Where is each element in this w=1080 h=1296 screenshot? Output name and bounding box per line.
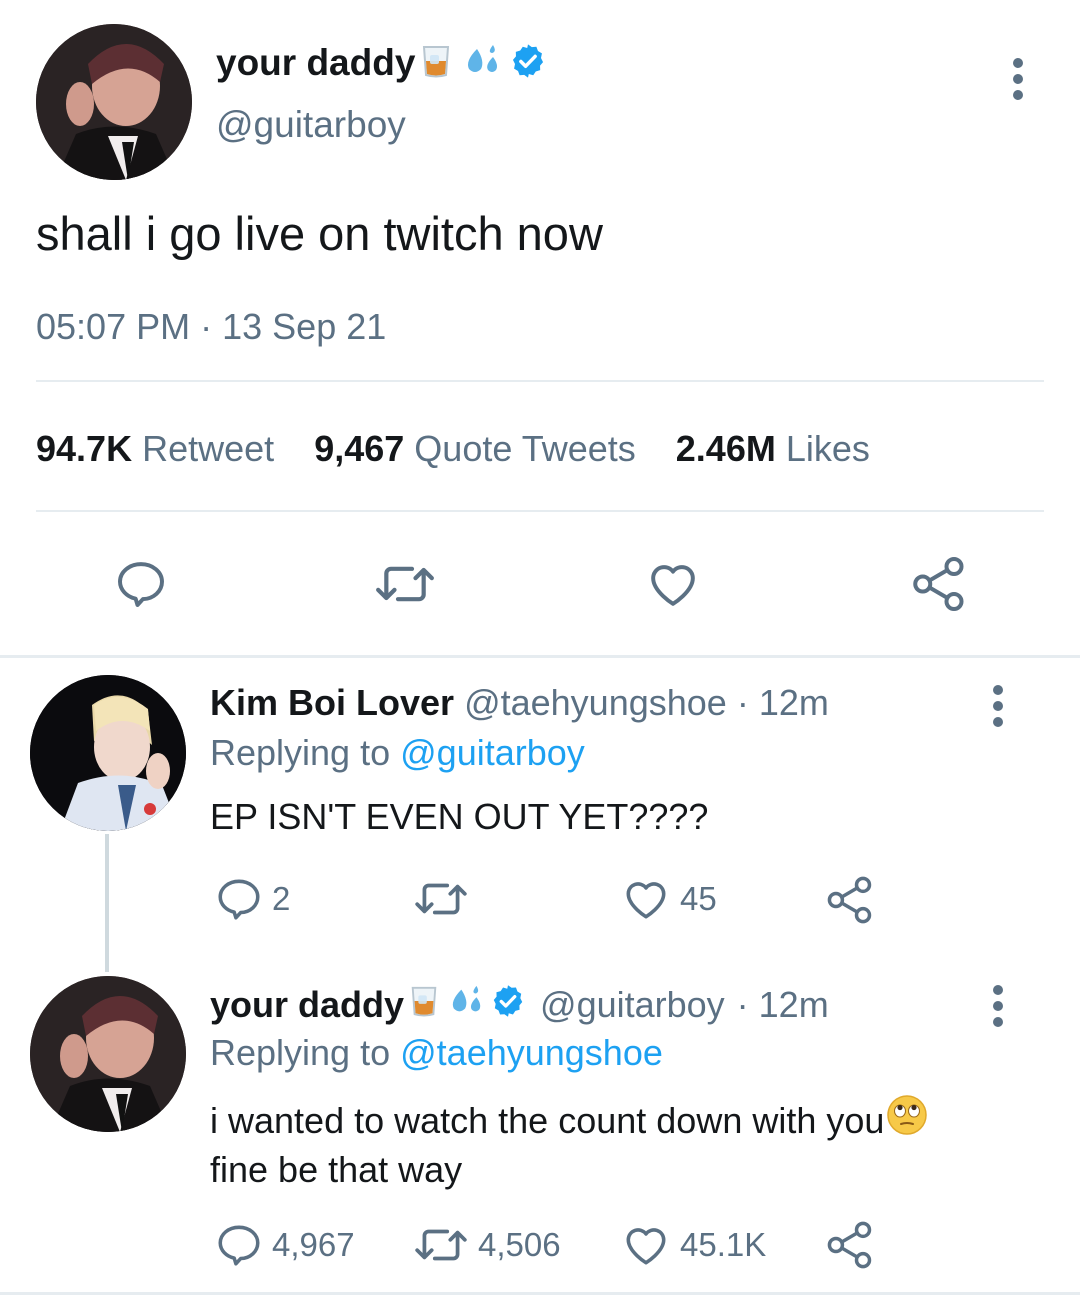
reply-header: your daddy @guitarboy · 12m <box>210 982 829 1028</box>
reply-author-handle[interactable]: @taehyungshoe <box>464 682 727 723</box>
retweet-action[interactable]: 4,506 <box>412 1220 561 1270</box>
sweat-droplets-emoji <box>448 984 486 1027</box>
like-icon <box>626 1228 666 1265</box>
reply-text-line-1: i wanted to watch the count down with yo… <box>210 1099 885 1141</box>
reply-icon <box>218 1225 260 1266</box>
face-with-rolling-eyes-emoji <box>886 1094 928 1147</box>
replying-to-label: Replying to <box>210 732 391 773</box>
reply-action[interactable]: 4,967 <box>214 1220 355 1270</box>
share-icon <box>827 876 872 924</box>
replying-to-handle[interactable]: @taehyungshoe <box>400 1032 663 1073</box>
reply-time: · 12m <box>736 984 829 1025</box>
verified-badge-icon <box>490 983 526 1028</box>
likes-count: 2.46M <box>675 428 776 469</box>
tumbler-glass-emoji <box>419 43 453 84</box>
share-icon <box>827 1221 872 1269</box>
main-author-handle[interactable]: @guitarboy <box>216 104 406 146</box>
reply-time: · 12m <box>736 682 829 723</box>
tweet-date: 13 Sep 21 <box>222 306 387 347</box>
like-icon <box>626 882 666 919</box>
retweet-count: 4,506 <box>478 1226 561 1263</box>
divider <box>36 380 1044 382</box>
likes-label: Likes <box>785 428 870 469</box>
verified-badge-icon <box>509 42 547 85</box>
main-tweet-text: shall i go live on twitch now <box>36 207 603 260</box>
retweet-count: 94.7K <box>36 428 133 469</box>
main-author-name: your daddy <box>216 42 416 83</box>
divider <box>0 655 1080 658</box>
like-count: 45 <box>680 880 717 917</box>
retweet-action[interactable] <box>412 874 478 924</box>
main-tweet-timestamp[interactable]: 05:07 PM · 13 Sep 21 <box>36 306 386 348</box>
quote-label: Quote Tweets <box>414 428 636 469</box>
like-icon[interactable] <box>644 556 702 612</box>
reply-author-avatar[interactable] <box>30 976 186 1132</box>
replying-to-line: Replying to @guitarboy <box>210 732 585 774</box>
retweet-icon <box>415 883 467 915</box>
like-count: 45.1K <box>680 1226 767 1263</box>
reply-action[interactable]: 2 <box>214 874 290 924</box>
reply-text: i wanted to watch the count down with yo… <box>210 1094 928 1193</box>
retweet-label: Retweet <box>142 428 275 469</box>
divider <box>0 1292 1080 1295</box>
retweet-icon <box>415 1229 467 1261</box>
reply-author-handle[interactable]: @guitarboy <box>540 984 725 1026</box>
sweat-droplets-emoji <box>463 43 503 84</box>
replying-to-handle[interactable]: @guitarboy <box>400 732 585 773</box>
reply-count: 2 <box>272 880 291 917</box>
share-action[interactable] <box>824 874 876 926</box>
reply-header: Kim Boi Lover @taehyungshoe · 12m <box>210 682 829 724</box>
reply-author-avatar[interactable] <box>30 675 186 831</box>
thread-line <box>105 834 109 972</box>
retweet-stat[interactable]: 94.7K Retweet <box>36 428 284 469</box>
tweet-time: 05:07 PM <box>36 306 191 347</box>
more-options-icon[interactable] <box>988 985 1008 1027</box>
like-action[interactable]: 45.1K <box>620 1220 766 1270</box>
reply-text-line-2: fine be that way <box>210 1149 463 1190</box>
likes-stat[interactable]: 2.46M Likes <box>676 428 870 469</box>
reply-count: 4,967 <box>272 1226 355 1263</box>
reply-icon[interactable] <box>112 556 170 612</box>
main-author-avatar[interactable] <box>36 24 192 180</box>
main-author-name-row[interactable]: your daddy <box>216 40 547 86</box>
more-options-icon[interactable] <box>988 685 1008 727</box>
divider <box>36 510 1044 512</box>
tweet-stats: 94.7K Retweet 9,467 Quote Tweets 2.46M L… <box>36 428 870 470</box>
reply-text: EP ISN'T EVEN OUT YET???? <box>210 796 709 837</box>
reply-author-name[interactable]: Kim Boi Lover <box>210 682 454 723</box>
reply-author-name[interactable]: your daddy <box>210 984 404 1026</box>
like-action[interactable]: 45 <box>620 874 717 924</box>
tumbler-glass-emoji <box>408 984 440 1027</box>
share-action[interactable] <box>824 1219 876 1271</box>
timestamp-separator: · <box>200 306 213 347</box>
share-icon[interactable] <box>908 554 970 614</box>
replying-to-line: Replying to @taehyungshoe <box>210 1032 663 1074</box>
quote-count: 9,467 <box>314 428 405 469</box>
retweet-icon[interactable] <box>372 556 438 612</box>
more-options-icon[interactable] <box>1008 58 1028 100</box>
quote-stat[interactable]: 9,467 Quote Tweets <box>314 428 646 469</box>
replying-to-label: Replying to <box>210 1032 391 1073</box>
reply-icon <box>218 879 260 920</box>
reply-text-line: i wanted to watch the count down with yo… <box>210 1094 928 1147</box>
